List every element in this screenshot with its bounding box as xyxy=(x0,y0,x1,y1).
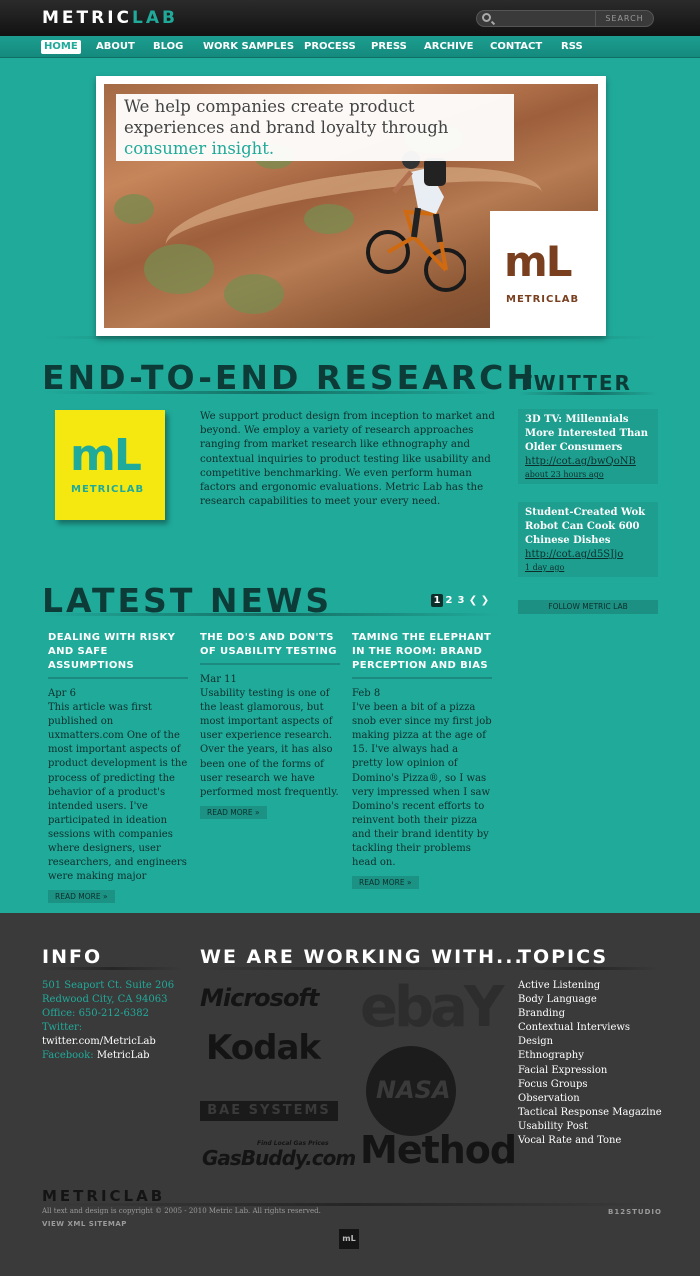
copyright-text: All text and design is copyright © 2005 … xyxy=(42,1207,321,1215)
facebook-label: Facebook: xyxy=(42,1050,94,1062)
read-more-button[interactable]: READ MORE » xyxy=(352,876,419,890)
info-title: INFO xyxy=(42,946,103,968)
search-icon xyxy=(482,13,491,22)
news-article-body: This article was first published on uxma… xyxy=(48,702,188,883)
topic-link[interactable]: Branding xyxy=(518,1007,662,1021)
office-phone: Office: 650-212-6382 xyxy=(42,1008,149,1020)
address-line: 501 Seaport Ct. Suite 206 xyxy=(42,980,175,991)
client-logo-ebay: ebaY xyxy=(360,975,504,1040)
site-header: METRICLAB SEARCH xyxy=(0,0,700,36)
nav-contact[interactable]: CONTACT xyxy=(487,40,545,54)
news-article-body: Usability testing is one of the least gl… xyxy=(200,688,339,798)
tweet-text: Student-Created Wok Robot Can Cook 600 C… xyxy=(525,507,646,546)
nav-about[interactable]: ABOUT xyxy=(93,40,138,54)
topic-link[interactable]: Observation xyxy=(518,1092,662,1106)
topic-link[interactable]: Usability Post xyxy=(518,1120,662,1134)
nav-archive[interactable]: ARCHIVE xyxy=(421,40,476,54)
news-article-date: Mar 11 xyxy=(200,674,237,685)
search-button[interactable]: SEARCH xyxy=(595,11,653,26)
twitter-link[interactable]: twitter.com/MetricLab xyxy=(42,1035,174,1049)
address-line: Redwood City, CA 94063 xyxy=(42,994,168,1006)
hero-logo-card: mL METRICLAB xyxy=(490,211,598,328)
tweet: Student-Created Wok Robot Can Cook 600 C… xyxy=(518,502,658,577)
news-article-title[interactable]: DEALING WITH RISKY AND SAFE ASSUMPTIONS xyxy=(48,631,188,679)
page-3-button[interactable]: 3 xyxy=(455,594,467,607)
hero-photo: We help companies create product experie… xyxy=(104,84,598,328)
news-article-date: Apr 6 xyxy=(48,688,76,699)
designer-credit-link[interactable]: B12STUDIO xyxy=(608,1208,662,1216)
tweet-link[interactable]: http://cot.ag/d5SJjo xyxy=(525,548,651,562)
search-box: SEARCH xyxy=(476,10,654,27)
topic-link[interactable]: Design xyxy=(518,1035,662,1049)
client-logo-kodak: Kodak xyxy=(206,1028,321,1068)
news-article-body: I've been a bit of a pizza snob ever sin… xyxy=(352,702,492,869)
twitter-label: Twitter: xyxy=(42,1022,83,1034)
topic-link[interactable]: Active Listening xyxy=(518,979,662,993)
facebook-link[interactable]: MetricLab xyxy=(97,1050,150,1061)
nav-press[interactable]: PRESS xyxy=(368,40,410,54)
cyclist-illustration xyxy=(366,151,466,292)
hero-logo-word: METRICLAB xyxy=(506,294,580,305)
nav-process[interactable]: PROCESS xyxy=(301,40,359,54)
topic-link[interactable]: Tactical Response Magazine xyxy=(518,1106,662,1120)
news-article: THE DO'S AND DON'TS OF USABILITY TESTING… xyxy=(200,631,340,819)
tweet: 3D TV: Millennials More Interested Than … xyxy=(518,409,658,484)
news-article: TAMING THE ELEPHANT IN THE ROOM: BRAND P… xyxy=(352,631,492,890)
chevron-right-icon[interactable]: ❯ xyxy=(479,594,491,607)
topic-link[interactable]: Body Language xyxy=(518,993,662,1007)
topics-title: TOPICS xyxy=(518,946,609,968)
nav-rss[interactable]: RSS xyxy=(558,40,586,54)
mini-logo-icon[interactable]: mL xyxy=(339,1229,359,1249)
page-2-button[interactable]: 2 xyxy=(443,594,455,607)
research-logo: mL METRICLAB xyxy=(55,410,165,520)
hero-headline: We help companies create product experie… xyxy=(116,94,514,161)
client-logo-gasbuddy: GasBuddy.com xyxy=(202,1146,356,1170)
nav-work-samples[interactable]: WORK SAMPLES xyxy=(200,40,297,54)
news-article-title[interactable]: THE DO'S AND DON'TS OF USABILITY TESTING xyxy=(200,631,340,665)
news-article: DEALING WITH RISKY AND SAFE ASSUMPTIONS … xyxy=(48,631,188,904)
chevron-left-icon[interactable]: ❮ xyxy=(467,594,479,607)
research-logo-word: METRICLAB xyxy=(71,484,145,495)
read-more-button[interactable]: READ MORE » xyxy=(48,890,115,904)
nav-home[interactable]: HOME xyxy=(41,40,81,54)
topic-link[interactable]: Ethnography xyxy=(518,1049,662,1063)
follow-button[interactable]: FOLLOW METRIC LAB xyxy=(518,600,658,614)
search-input[interactable] xyxy=(495,11,595,26)
topics-list: Active Listening Body Language Branding … xyxy=(518,979,662,1148)
news-article-date: Feb 8 xyxy=(352,688,381,699)
contact-info: 501 Seaport Ct. Suite 206 Redwood City, … xyxy=(42,979,174,1064)
site-logo[interactable]: METRICLAB xyxy=(42,8,178,28)
hero-logo-letters: mL xyxy=(504,237,573,286)
news-pager: 1 2 3 ❮ ❯ xyxy=(431,588,491,607)
topic-link[interactable]: Facial Expression xyxy=(518,1064,662,1078)
page-1-button[interactable]: 1 xyxy=(431,594,443,607)
clients-title: WE ARE WORKING WITH... xyxy=(200,946,524,968)
news-article-title[interactable]: TAMING THE ELEPHANT IN THE ROOM: BRAND P… xyxy=(352,631,492,679)
main-nav: HOME ABOUT BLOG WORK SAMPLES PROCESS PRE… xyxy=(0,36,700,58)
client-logo-nasa: NASA xyxy=(366,1046,456,1136)
client-logo-bae-systems: BAE SYSTEMS xyxy=(200,1101,338,1121)
tweet-link[interactable]: http://cot.ag/bwQoNB xyxy=(525,455,651,469)
research-logo-letters: mL xyxy=(70,430,142,481)
tweet-text: 3D TV: Millennials More Interested Than … xyxy=(525,414,648,453)
hero-banner[interactable]: We help companies create product experie… xyxy=(96,76,606,336)
topic-link[interactable]: Focus Groups xyxy=(518,1078,662,1092)
tweet-time[interactable]: about 23 hours ago xyxy=(525,469,651,480)
tweet-time[interactable]: 1 day ago xyxy=(525,562,651,573)
topic-link[interactable]: Contextual Interviews xyxy=(518,1021,662,1035)
client-logo-method: Method xyxy=(360,1128,517,1172)
client-logo-microsoft: Microsoft xyxy=(200,984,319,1012)
read-more-button[interactable]: READ MORE » xyxy=(200,805,267,819)
nav-blog[interactable]: BLOG xyxy=(150,40,186,54)
xml-sitemap-link[interactable]: VIEW XML SITEMAP xyxy=(42,1220,127,1228)
research-description: We support product design from inception… xyxy=(200,411,495,508)
topic-link[interactable]: Vocal Rate and Tone xyxy=(518,1134,662,1148)
